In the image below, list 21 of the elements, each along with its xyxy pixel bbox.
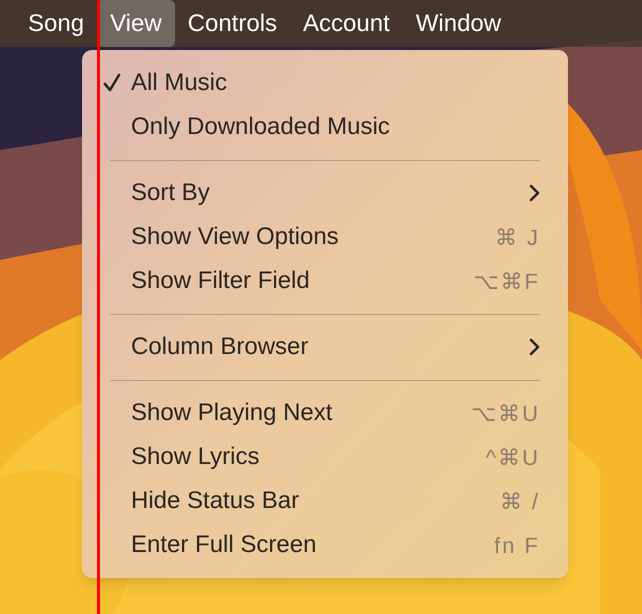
- menu-item[interactable]: Hide Status Bar ⌘ /: [92, 479, 558, 523]
- shortcut-label: ⌘ /: [500, 488, 541, 516]
- shortcut-label: fn F: [494, 532, 541, 560]
- menu-bar-item[interactable]: Controls: [174, 0, 290, 47]
- shortcut-label: ^⌘U: [486, 444, 541, 472]
- shortcut-label: ⌥⌘F: [474, 268, 541, 296]
- menu-bar-item[interactable]: Song: [15, 0, 98, 47]
- menu-bar-item[interactable]: Window: [402, 0, 514, 47]
- menu-item[interactable]: Sort By: [92, 171, 558, 215]
- menu-bar-item[interactable]: View: [97, 0, 175, 47]
- menu-item[interactable]: Show Filter Field ⌥⌘F: [92, 259, 558, 303]
- menu-item[interactable]: Show Playing Next ⌥⌘U: [92, 391, 558, 435]
- menu-bar-item[interactable]: Account: [290, 0, 403, 47]
- menu-item[interactable]: All Music: [92, 61, 558, 105]
- menu-item[interactable]: Only Downloaded Music: [92, 105, 558, 149]
- menu-item[interactable]: Show View Options ⌘ J: [92, 215, 558, 259]
- menu-item[interactable]: Show Lyrics ^⌘U: [92, 435, 558, 479]
- shortcut-label: ⌘ J: [494, 224, 541, 252]
- menu-item[interactable]: Enter Full Screen fn F: [92, 523, 558, 567]
- menu-item[interactable]: Column Browser: [92, 325, 558, 369]
- shortcut-label: ⌥⌘U: [471, 400, 541, 428]
